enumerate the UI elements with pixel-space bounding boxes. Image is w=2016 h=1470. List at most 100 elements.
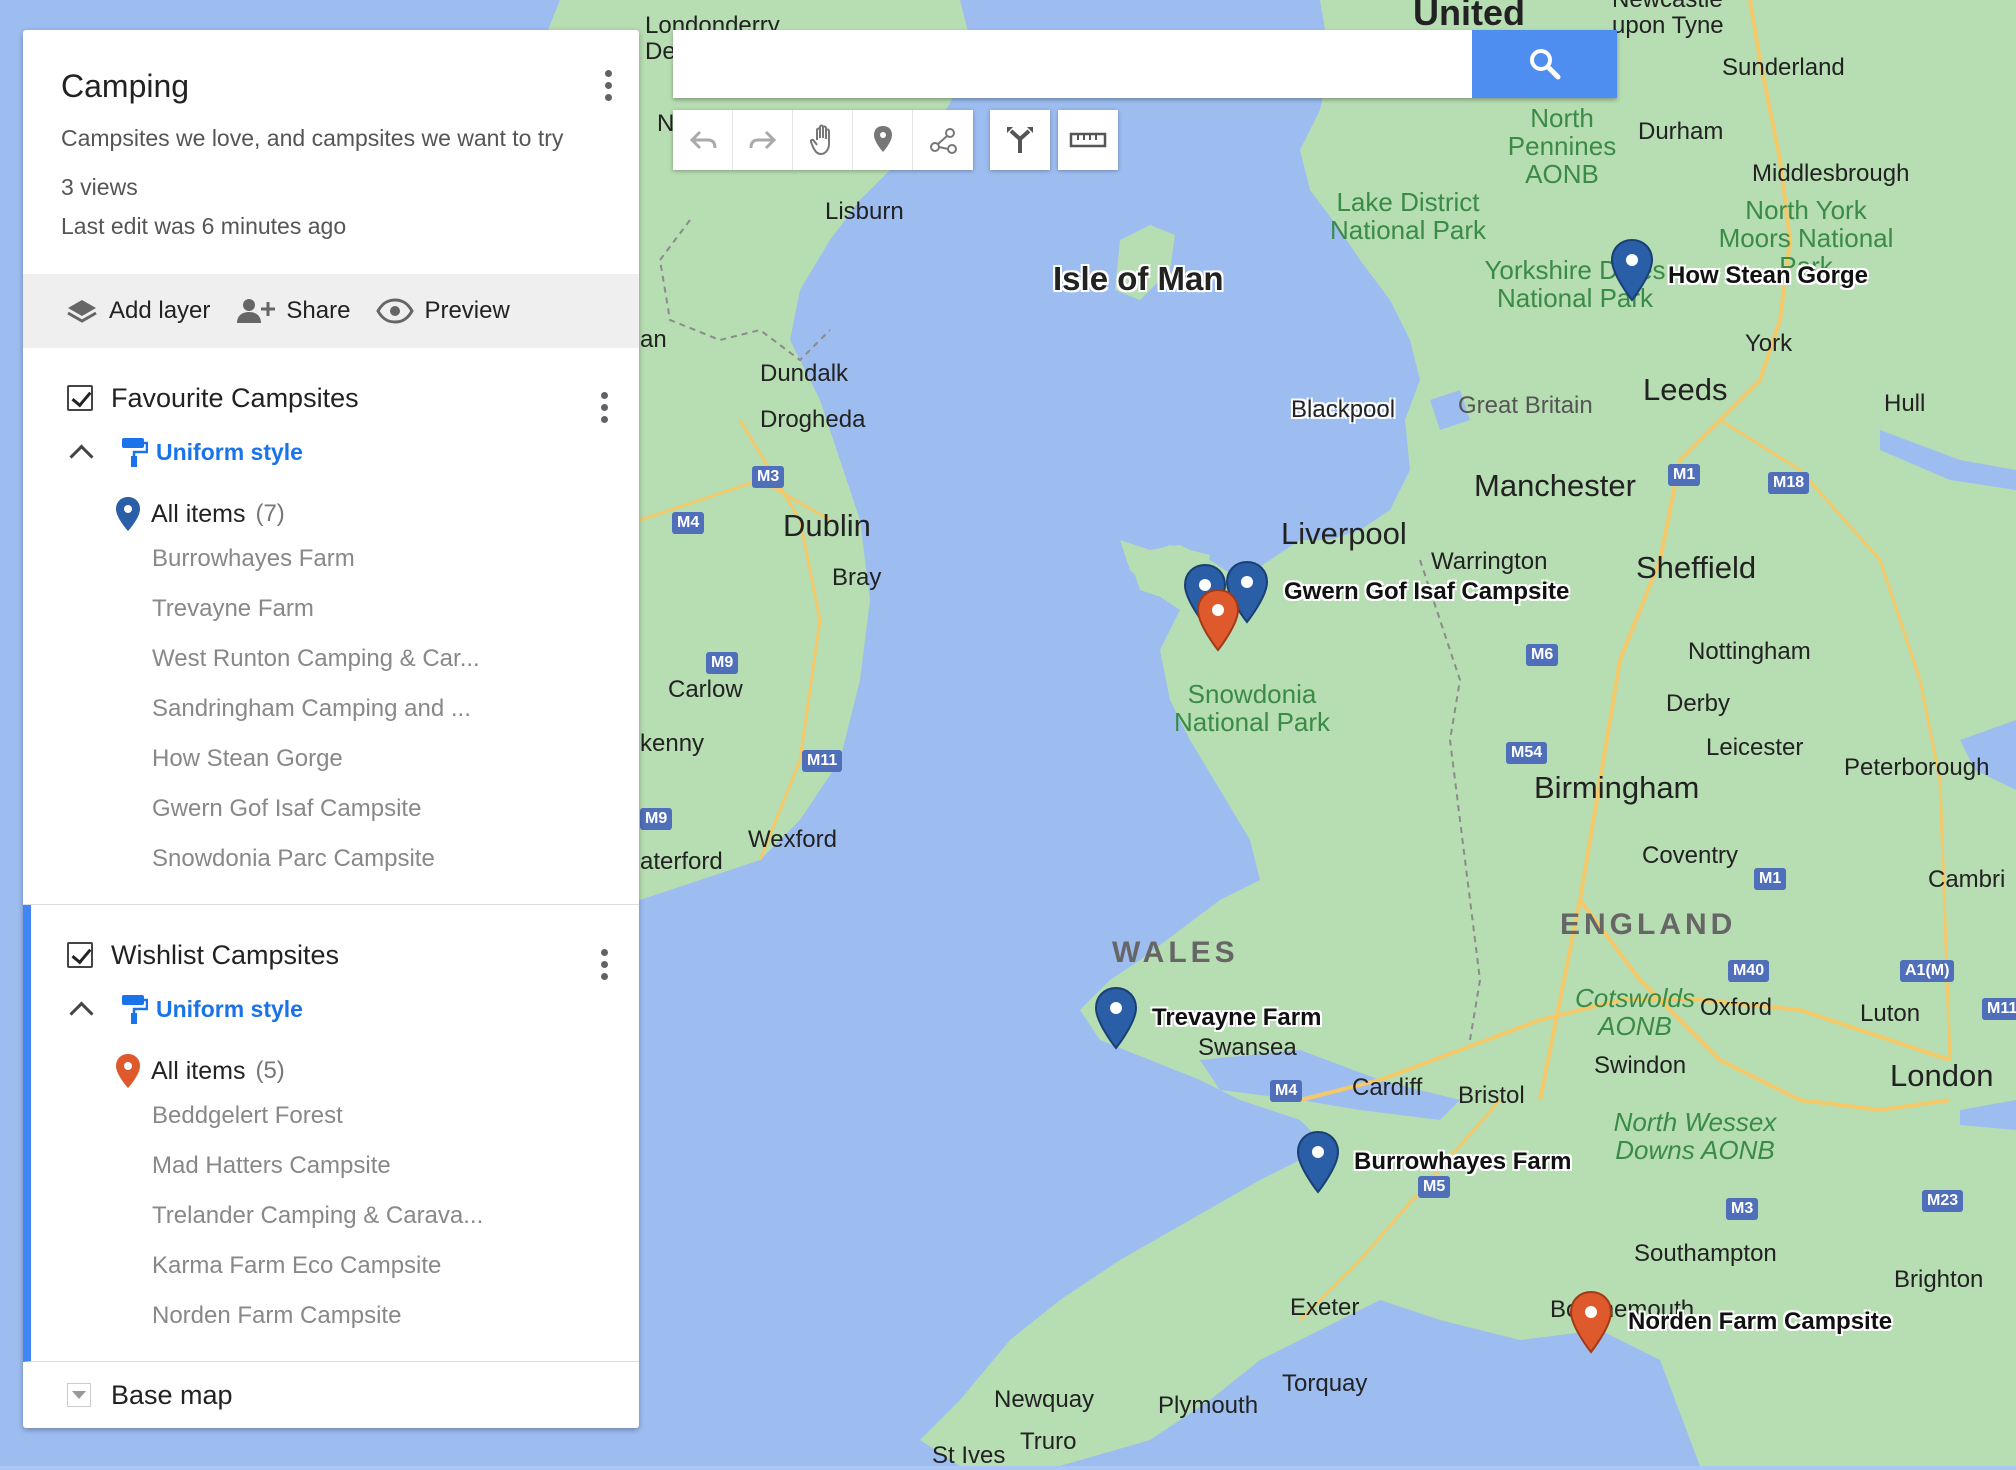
list-item[interactable]: West Runton Camping & Car... xyxy=(23,634,639,684)
road-shield: M11 xyxy=(802,750,843,772)
list-item[interactable]: Norden Farm Campsite xyxy=(31,1291,639,1341)
map-label-place: Luton xyxy=(1860,1000,1921,1027)
map-description[interactable]: Campsites we love, and campsites we want… xyxy=(61,125,603,152)
map-legend-panel: Camping Campsites we love, and campsites… xyxy=(23,30,639,1428)
map-pin-wishlist[interactable] xyxy=(1568,1290,1614,1356)
layer-visibility-checkbox[interactable] xyxy=(67,385,93,411)
map-header: Camping Campsites we love, and campsites… xyxy=(23,30,639,274)
layer-name[interactable]: Wishlist Campsites xyxy=(111,940,339,971)
add-marker-button[interactable] xyxy=(853,110,913,170)
select-items-button[interactable] xyxy=(793,110,853,170)
map-label-place: Middlesbrough xyxy=(1752,160,1910,187)
directions-tool xyxy=(990,110,1050,170)
list-item[interactable]: Snowdonia Parc Campsite xyxy=(23,834,639,884)
map-label-place: Hull xyxy=(1884,390,1926,417)
map-label-place: Manchester xyxy=(1474,468,1636,503)
map-label-place: Peterborough xyxy=(1844,754,1990,781)
map-label-place: Blackpool xyxy=(1291,396,1396,423)
layer-style-link[interactable]: Uniform style xyxy=(156,439,303,466)
map-pin-favourite[interactable] xyxy=(1295,1130,1341,1196)
search-input[interactable] xyxy=(673,30,1473,98)
map-pin-label: Burrowhayes Farm xyxy=(1354,1148,1572,1175)
item-count: (5) xyxy=(255,1057,285,1084)
map-label-place: Exeter xyxy=(1290,1294,1360,1321)
map-label-place: Southampton xyxy=(1634,1240,1777,1267)
road-shield: M3 xyxy=(752,466,785,488)
map-label-place: Oxford xyxy=(1700,994,1773,1021)
map-label-place: Birmingham xyxy=(1534,770,1700,805)
redo-button[interactable] xyxy=(733,110,793,170)
road-shield: M54 xyxy=(1506,742,1548,764)
map-label-place: Durham xyxy=(1638,118,1724,145)
list-item[interactable]: Mad Hatters Campsite xyxy=(31,1141,639,1191)
map-title[interactable]: Camping xyxy=(61,68,603,105)
add-layer-button[interactable]: Add layer xyxy=(65,296,210,326)
preview-button[interactable]: Preview xyxy=(376,297,510,325)
map-options-icon[interactable] xyxy=(603,70,613,101)
map-pin-label: How Stean Gorge xyxy=(1668,262,1869,289)
list-item[interactable]: Sandringham Camping and ... xyxy=(23,684,639,734)
all-items-row[interactable]: All items (7) xyxy=(23,494,639,534)
list-item[interactable]: Burrowhayes Farm xyxy=(23,534,639,584)
search-icon xyxy=(1529,49,1560,80)
road-shield: M4 xyxy=(672,512,705,534)
layer-name[interactable]: Favourite Campsites xyxy=(111,383,359,414)
map-label-park: Lake District National Park xyxy=(1329,187,1487,245)
road-shield: M9 xyxy=(640,808,673,830)
layer-options-icon[interactable] xyxy=(599,392,609,423)
map-pin-label: Trevayne Farm xyxy=(1152,1004,1322,1031)
map-label-place: York xyxy=(1745,330,1793,357)
road-shield: M40 xyxy=(1728,960,1770,982)
list-item[interactable]: Trelander Camping & Carava... xyxy=(31,1191,639,1241)
map-pin-wishlist[interactable] xyxy=(1195,588,1241,654)
map-label-place: Carlow xyxy=(668,676,743,703)
list-item[interactable]: Karma Farm Eco Campsite xyxy=(31,1241,639,1291)
last-edit: Last edit was 6 minutes ago xyxy=(61,213,347,239)
eye-icon xyxy=(376,298,415,324)
base-map-row[interactable]: Base map xyxy=(23,1362,639,1428)
base-map-label: Base map xyxy=(111,1379,233,1410)
map-actions: Add layer Share Preview xyxy=(23,274,639,348)
map-label-place: upon Tyne xyxy=(1612,12,1724,39)
measure-tool xyxy=(1058,110,1118,170)
road-shield: M3 xyxy=(1726,1198,1759,1220)
list-item[interactable]: Trevayne Farm xyxy=(23,584,639,634)
add-directions-button[interactable] xyxy=(990,110,1050,170)
collapse-chevron-icon[interactable] xyxy=(69,1000,94,1026)
map-label-place: Leeds xyxy=(1643,372,1728,407)
item-count: (7) xyxy=(255,500,285,527)
draw-line-button[interactable] xyxy=(913,110,973,170)
map-label-place: Plymouth xyxy=(1158,1392,1259,1419)
expand-triangle-icon[interactable] xyxy=(67,1383,91,1407)
paint-roller-icon xyxy=(122,995,148,1024)
map-label-place: Truro xyxy=(1020,1428,1077,1455)
layer-style-link[interactable]: Uniform style xyxy=(156,996,303,1023)
map-label-region: ENGLAND xyxy=(1560,908,1737,941)
measure-distance-button[interactable] xyxy=(1058,110,1118,170)
map-label-isle-of-man: Isle of Man xyxy=(1053,260,1224,297)
map-label-park: North Wessex Downs AONB xyxy=(1613,1107,1777,1165)
map-label-park: Snowdonia National Park xyxy=(1173,679,1331,737)
all-items-label: All items xyxy=(151,499,246,528)
map-label-place: Wexford xyxy=(748,826,837,853)
all-items-row[interactable]: All items (5) xyxy=(31,1051,639,1091)
share-button[interactable]: Share xyxy=(236,297,350,325)
undo-button[interactable] xyxy=(673,110,733,170)
map-pin-favourite[interactable] xyxy=(1609,238,1655,304)
list-item[interactable]: How Stean Gorge xyxy=(23,734,639,784)
road-shield: M11 xyxy=(1982,998,2016,1020)
road-shield: M4 xyxy=(1270,1080,1303,1102)
collapse-chevron-icon[interactable] xyxy=(69,443,94,469)
map-pin-favourite[interactable] xyxy=(1093,986,1139,1052)
marker-icon xyxy=(116,1054,140,1088)
map-label-place: an xyxy=(640,326,667,353)
layer-visibility-checkbox[interactable] xyxy=(67,942,93,968)
layer-options-icon[interactable] xyxy=(599,949,609,980)
map-label-place: Sheffield xyxy=(1636,550,1757,585)
search-button[interactable] xyxy=(1472,30,1617,98)
list-item[interactable]: Gwern Gof Isaf Campsite xyxy=(23,784,639,834)
map-label-region: WALES xyxy=(1112,936,1239,969)
paint-roller-icon xyxy=(122,438,148,467)
map-label-place: Dublin xyxy=(783,508,871,543)
list-item[interactable]: Beddgelert Forest xyxy=(31,1091,639,1141)
